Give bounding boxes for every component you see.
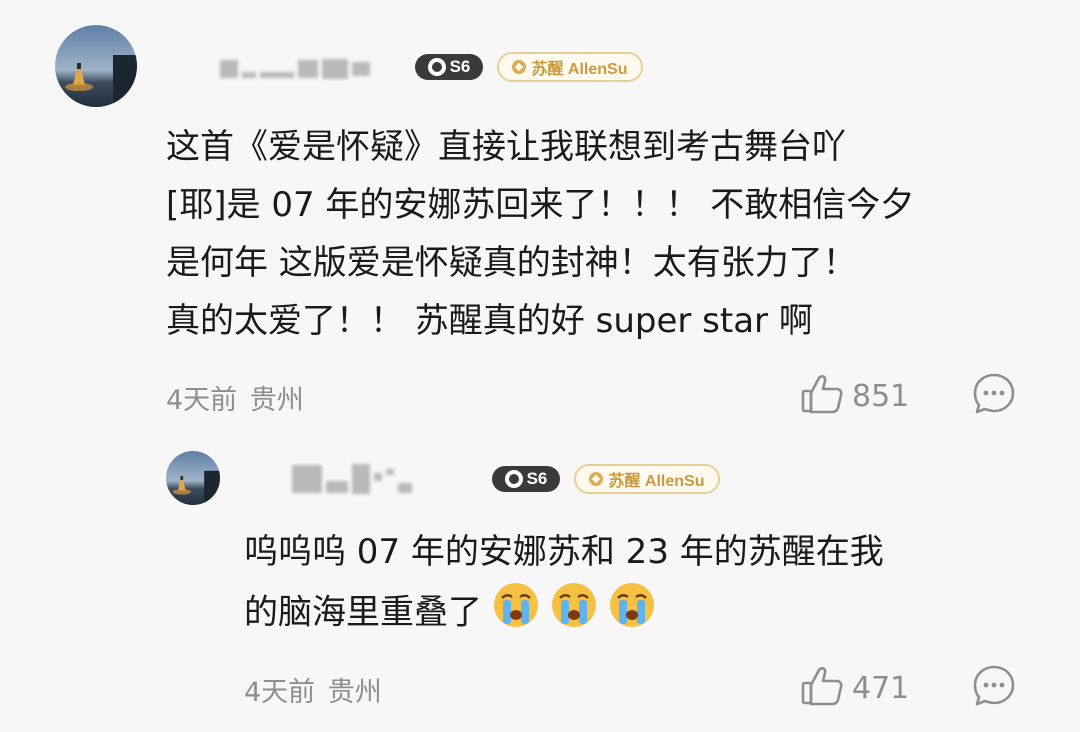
comment-line: 呜呜呜 07 年的安娜苏和 23 年的苏醒在我 [244, 532, 884, 572]
comment-line: 这首《爱是怀疑》直接让我联想到考古舞台吖 [166, 127, 846, 167]
avatar[interactable] [166, 451, 220, 505]
thumbs-up-icon[interactable] [800, 664, 844, 712]
comment-meta: 4天前 贵州 [244, 670, 382, 709]
comment-bubble-icon[interactable] [972, 665, 1016, 712]
comment-time: 4天前 [166, 385, 238, 416]
comment-body: 这首《爱是怀疑》直接让我联想到考古舞台吖 [耶]是 07 年的安娜苏回来了！！！… [166, 118, 914, 350]
like-button[interactable]: 851 [800, 372, 909, 420]
comment-time: 4天前 [244, 677, 316, 708]
comment-line: 是何年 这版爱是怀疑真的封神！太有张力了！ [166, 243, 857, 283]
level-badge: S6 [492, 466, 560, 492]
crying-face-emoji [550, 581, 598, 647]
comment-line: 真的太爱了！！ 苏醒真的好 super star 啊 [166, 301, 813, 341]
like-count: 471 [852, 670, 910, 706]
fan-badge[interactable]: 苏醒 AllenSu [574, 464, 720, 494]
comment-bubble-icon[interactable] [972, 373, 1016, 420]
reply-button[interactable] [972, 664, 1016, 712]
comment-location: 贵州 [249, 385, 304, 416]
comment-line-with-emoji: 的脑海里重叠了 [244, 581, 884, 647]
fan-coin-icon [589, 472, 604, 486]
level-badge: S6 [415, 54, 483, 80]
level-ring-icon [427, 58, 446, 76]
comment-meta: 4天前 贵州 [166, 378, 304, 417]
crying-face-emoji [608, 581, 656, 647]
fan-badge[interactable]: 苏醒 AllenSu [497, 52, 643, 82]
comment-location: 贵州 [327, 677, 382, 708]
comment-body: 呜呜呜 07 年的安娜苏和 23 年的苏醒在我 的脑海里重叠了 [244, 523, 884, 647]
reply-button[interactable] [972, 372, 1016, 420]
thumbs-up-icon[interactable] [800, 372, 844, 420]
avatar[interactable] [55, 25, 137, 107]
comment-line: 的脑海里重叠了 [244, 592, 482, 633]
crying-face-emoji [492, 581, 540, 647]
level-ring-icon [504, 470, 523, 488]
like-count: 851 [852, 378, 910, 414]
username-blurred[interactable] [292, 464, 412, 494]
fan-coin-icon [512, 60, 527, 74]
like-button[interactable]: 471 [800, 664, 909, 712]
username-blurred[interactable] [220, 58, 370, 80]
comment-line: [耶]是 07 年的安娜苏回来了！！！ 不敢相信今夕 [166, 185, 915, 225]
